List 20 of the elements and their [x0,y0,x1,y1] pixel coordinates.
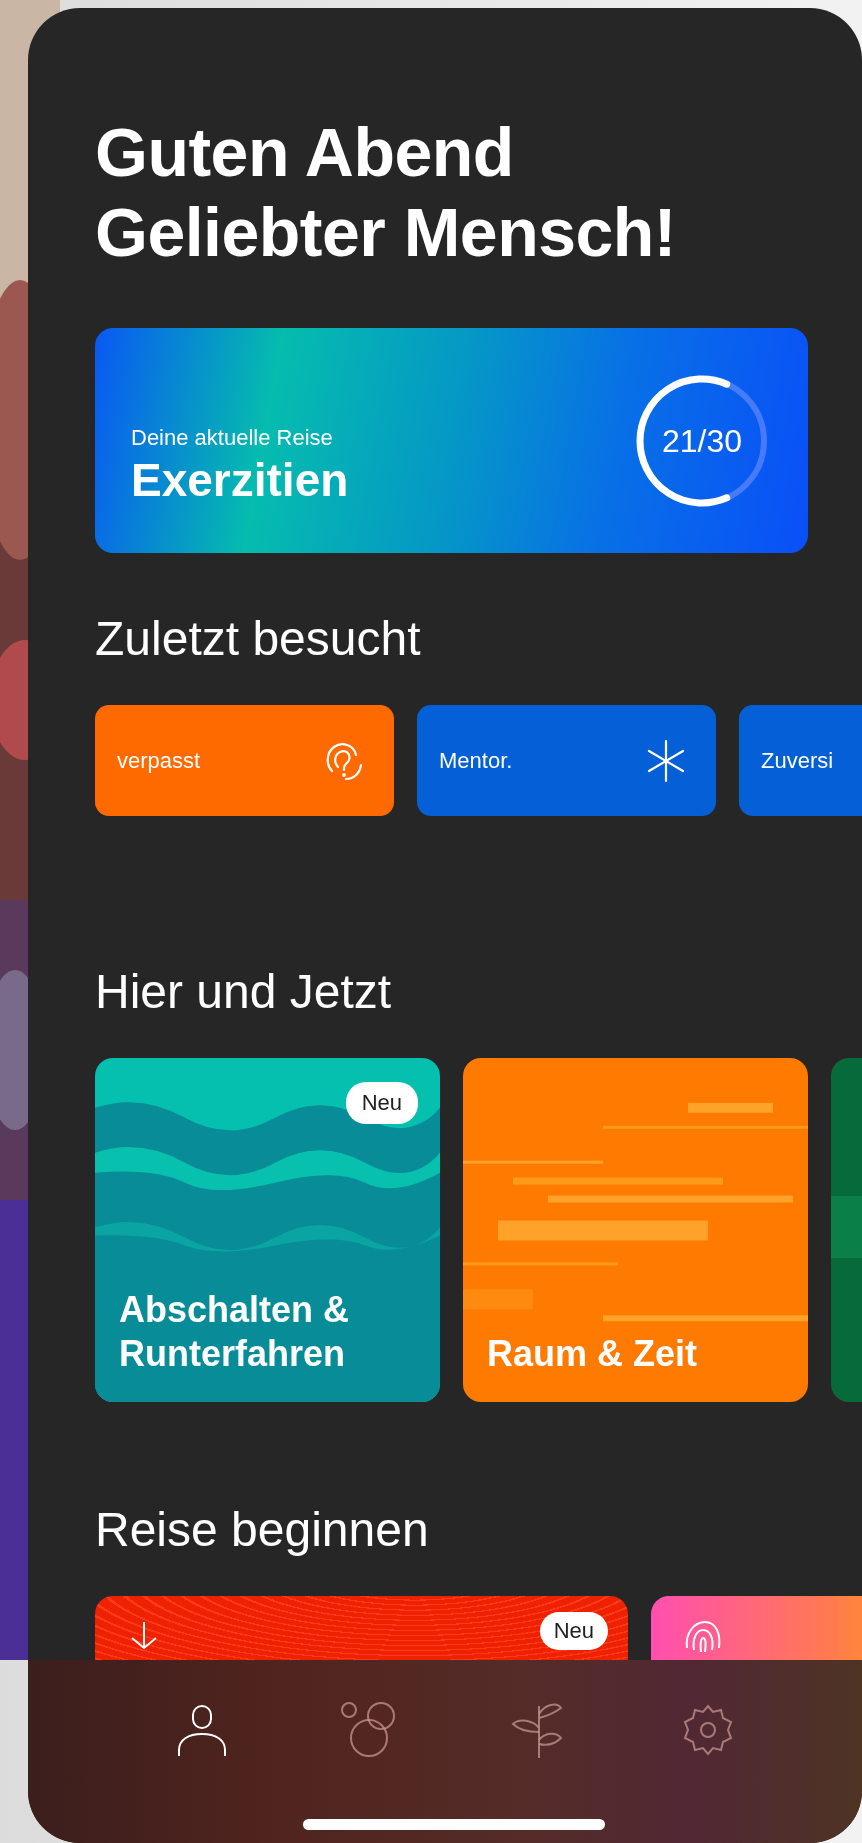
content-card[interactable]: Neu Abschalten & Runterfahren [95,1058,440,1402]
section-title: Zuletzt besucht [95,611,422,667]
journey-start-card[interactable] [651,1596,862,1660]
journey-start-card[interactable]: Neu [95,1596,628,1660]
fingerprint-icon [683,1618,723,1652]
recent-chip[interactable]: Mentor. [417,705,716,816]
journey-subtitle: Deine aktuelle Reise [131,424,334,451]
greeting-heading: Guten Abend Geliebter Mensch! [95,113,677,272]
section-title: Hier und Jetzt [95,964,393,1020]
card-title: Abschalten & Runterfahren [119,1288,351,1376]
recent-chip[interactable]: Zuversi [739,705,862,816]
journey-card[interactable]: Deine aktuelle Reise Exerzitien 21/30 [95,328,808,553]
new-badge: Neu [539,1612,608,1650]
progress-text: 21/30 [661,422,743,459]
journey-title: Exerzitien [131,452,349,507]
asterisk-icon [646,738,686,783]
new-badge: Neu [345,1082,418,1124]
section-title: Reise beginnen [95,1502,430,1558]
recent-chip[interactable]: verpasst [95,705,394,816]
card-title: Raum & Zeit [487,1332,699,1376]
